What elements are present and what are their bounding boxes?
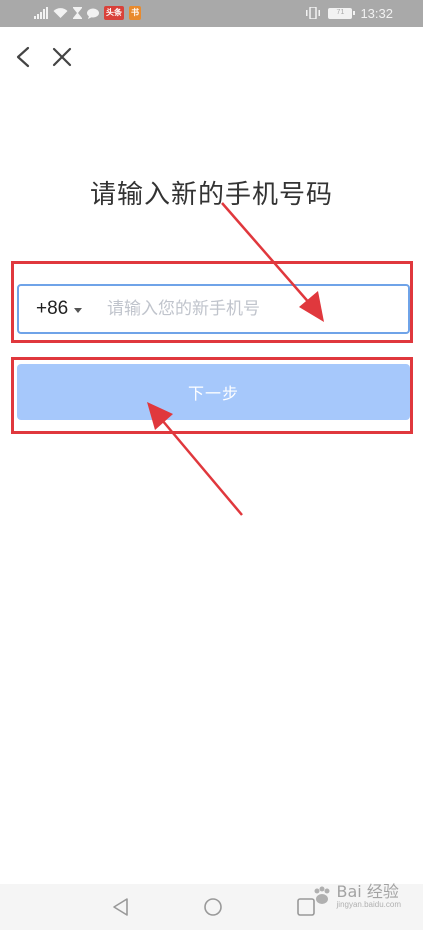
annotation-arrows xyxy=(147,202,324,516)
watermark-text: Bai 经验 xyxy=(336,881,399,901)
status-right: 71 13:32 xyxy=(306,4,393,22)
status-left: 头条 书 xyxy=(34,5,141,21)
signal-icon xyxy=(34,7,48,19)
nav-back-triangle-icon[interactable] xyxy=(110,896,132,918)
app-badge-books: 书 xyxy=(129,6,141,20)
country-code-selector[interactable]: +86 xyxy=(36,286,83,332)
paw-logo-icon xyxy=(314,886,330,904)
nav-home-circle-icon[interactable] xyxy=(202,896,224,918)
caret-down-icon xyxy=(74,307,83,313)
status-bar: 头条 书 71 13:32 xyxy=(0,0,423,27)
country-code-label: +86 xyxy=(36,298,69,319)
hourglass-icon xyxy=(73,7,82,19)
vibrate-icon xyxy=(306,7,321,19)
phone-number-input[interactable] xyxy=(107,286,397,332)
next-step-button[interactable]: 下一步 xyxy=(17,364,410,420)
watermark-url: jingyan.baidu.com xyxy=(336,899,401,909)
phone-input-row: +86 xyxy=(17,284,410,334)
battery-icon: 71 xyxy=(328,7,356,19)
page-title: 请输入新的手机号码 xyxy=(89,180,333,210)
app-badge-toutiao: 头条 xyxy=(104,6,124,20)
chevron-left-icon[interactable] xyxy=(12,45,34,69)
chat-bubble-icon xyxy=(87,8,99,19)
wifi-icon xyxy=(53,8,68,18)
baidu-jingyan-watermark: Bai 经验 jingyan.baidu.com xyxy=(311,876,401,916)
close-icon[interactable] xyxy=(50,45,74,69)
status-time: 13:32 xyxy=(360,5,393,21)
